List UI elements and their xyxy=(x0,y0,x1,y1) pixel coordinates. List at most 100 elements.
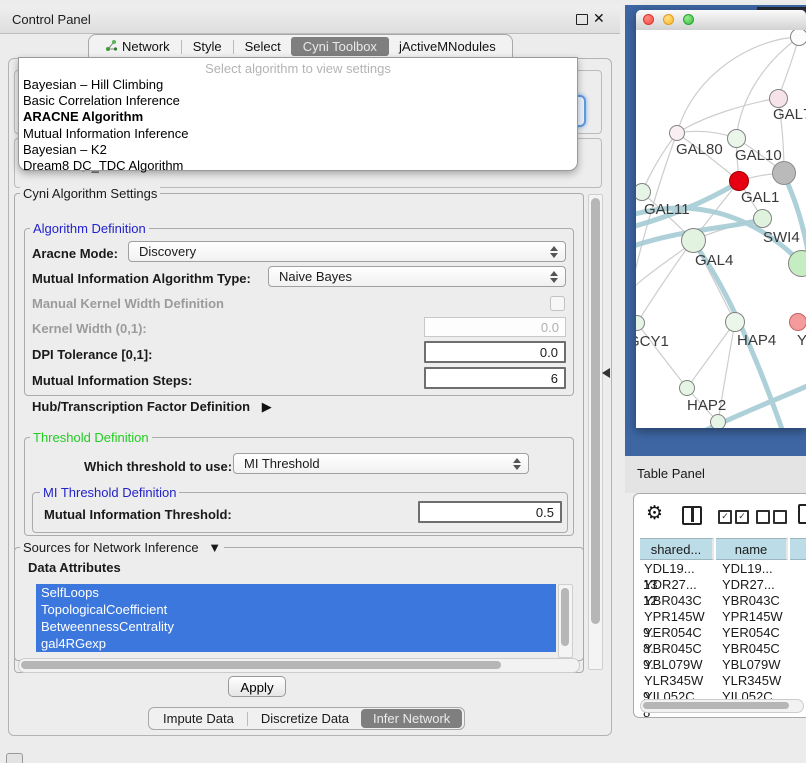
tab-separator xyxy=(233,40,234,54)
dpi-tolerance-field[interactable]: 0.0 xyxy=(424,341,566,363)
apply-button[interactable]: Apply xyxy=(228,676,286,697)
tab-network[interactable]: Network xyxy=(95,37,180,57)
table-panel-strip: Table Panel xyxy=(625,456,806,493)
deselect-all-checkbox-icon[interactable] xyxy=(773,510,787,524)
settings-vertical-scrollbar[interactable] xyxy=(588,194,603,670)
mi-steps-label: Mutual Information Steps: xyxy=(32,373,192,388)
manual-kernel-label: Manual Kernel Width Definition xyxy=(32,296,224,311)
mi-type-label: Mutual Information Algorithm Type: xyxy=(32,271,251,286)
node-label-gal7: GAL7 xyxy=(773,106,806,123)
mi-steps-field[interactable]: 6 xyxy=(424,367,566,389)
attribute-item-selected[interactable]: gal4RGexp xyxy=(36,635,556,652)
which-threshold-label: Which threshold to use: xyxy=(84,459,232,474)
dropdown-placeholder: Select algorithm to view settings xyxy=(19,58,577,77)
table-mode-icon[interactable] xyxy=(798,504,806,524)
settings-horizontal-scrollbar[interactable] xyxy=(18,658,580,673)
network-node-gray[interactable] xyxy=(772,161,796,185)
network-node[interactable] xyxy=(710,414,726,428)
network-node-salmon[interactable] xyxy=(789,313,806,331)
node-label-gal1: GAL1 xyxy=(741,189,779,206)
node-label-swi4: SWI4 xyxy=(763,229,800,246)
minimize-window-icon[interactable] xyxy=(663,14,674,25)
mi-type-combo[interactable]: Naive Bayes xyxy=(268,266,566,287)
column-layout-icon[interactable] xyxy=(682,506,702,525)
tab-separator xyxy=(247,712,248,726)
spinner-icon xyxy=(550,271,558,283)
tab-discretize-data[interactable]: Discretize Data xyxy=(249,709,361,728)
dpi-tolerance-label: DPI Tolerance [0,1]: xyxy=(32,347,152,362)
table-horizontal-scrollbar[interactable] xyxy=(640,699,804,713)
tab-impute-data[interactable]: Impute Data xyxy=(151,709,246,728)
network-node-swi4[interactable] xyxy=(753,209,772,228)
deselect-all-checkbox-icon[interactable] xyxy=(756,510,770,524)
network-node-hap4[interactable] xyxy=(725,312,745,332)
close-panel-icon[interactable]: ✕ xyxy=(593,10,605,27)
sources-group-title[interactable]: Sources for Network Inference ▼ xyxy=(20,540,224,555)
tab-style[interactable]: Style xyxy=(183,37,232,56)
aracne-mode-value: Discovery xyxy=(139,244,196,259)
mi-threshold-field[interactable]: 0.5 xyxy=(418,501,562,523)
column-header-partial[interactable] xyxy=(790,538,806,560)
table-row[interactable]: YPR145WYPR145W9. xyxy=(640,609,806,625)
network-window-titlebar[interactable] xyxy=(636,10,806,31)
tab-select[interactable]: Select xyxy=(235,37,291,56)
hub-definition-expander[interactable]: Hub/Transcription Factor Definition ▶ xyxy=(32,399,272,415)
close-window-icon[interactable] xyxy=(643,14,654,25)
node-label-gal4: GAL4 xyxy=(695,252,733,269)
table-rows: YDL19...YDL19...13 YDR27...YDR27...12 YB… xyxy=(640,561,806,705)
attribute-item-selected[interactable]: SelfLoops xyxy=(36,584,556,601)
gear-icon[interactable]: ⚙ xyxy=(646,502,663,525)
dropdown-item[interactable]: Bayesian – Hill Climbing xyxy=(19,77,577,93)
table-row[interactable]: YBR043CYBR043C xyxy=(640,593,806,609)
attribute-item-selected[interactable]: BetweennessCentrality xyxy=(36,618,556,635)
tab-infer-network[interactable]: Infer Network xyxy=(361,709,462,728)
network-node-gal4[interactable] xyxy=(681,228,706,253)
select-all-checkbox-icon[interactable]: ✓ xyxy=(735,510,749,524)
network-canvas[interactable]: GAL7 GAL80 GAL10 GAL1 GAL11 SWI4 GAL4 GC… xyxy=(636,30,806,428)
data-attributes-label: Data Attributes xyxy=(28,560,121,575)
table-row[interactable]: YBL079WYBL079W xyxy=(640,657,806,673)
hub-definition-label: Hub/Transcription Factor Definition xyxy=(32,399,250,414)
aracne-mode-combo[interactable]: Discovery xyxy=(128,241,566,262)
which-threshold-combo[interactable]: MI Threshold xyxy=(233,453,529,474)
table-row[interactable]: YLR345WYLR345W9. xyxy=(640,673,806,689)
network-node-gal10[interactable] xyxy=(727,129,746,148)
dropdown-item[interactable]: Dream8 DC_TDC Algorithm xyxy=(19,158,577,174)
column-header-shared[interactable]: shared... xyxy=(640,538,714,560)
tab-jactivemnodules[interactable]: jActiveMNodules xyxy=(389,37,506,56)
algorithm-definition-title: Algorithm Definition xyxy=(30,221,149,236)
table-row[interactable]: YDL19...YDL19...13 xyxy=(640,561,806,577)
node-label-y: Y xyxy=(797,332,806,349)
spinner-icon xyxy=(513,458,521,470)
attribute-item-selected[interactable]: TopologicalCoefficient xyxy=(36,601,556,618)
cyni-settings-group-title: Cyni Algorithm Settings xyxy=(20,186,160,201)
maximize-window-icon[interactable] xyxy=(683,14,694,25)
manual-kernel-checkbox[interactable] xyxy=(550,296,565,311)
tab-network-label: Network xyxy=(122,39,170,54)
attributes-list-scrollbar[interactable] xyxy=(558,584,573,658)
column-header-name[interactable]: name xyxy=(716,538,788,560)
aracne-mode-label: Aracne Mode: xyxy=(32,246,118,261)
data-attributes-list: SelfLoops TopologicalCoefficient Between… xyxy=(36,584,556,656)
table-row[interactable]: YBR045CYBR045C9. xyxy=(640,641,806,657)
network-node[interactable] xyxy=(790,30,806,46)
network-node-hap2[interactable] xyxy=(679,380,695,396)
dropdown-item[interactable]: Basic Correlation Inference xyxy=(19,93,577,109)
node-label-gal80: GAL80 xyxy=(676,141,723,158)
network-node-gal7[interactable] xyxy=(769,89,788,108)
dropdown-item[interactable]: Bayesian – K2 xyxy=(19,142,577,158)
float-panel-icon[interactable] xyxy=(576,14,588,25)
dropdown-item[interactable]: Mutual Information Inference xyxy=(19,126,577,142)
screenshot-root: { "control_panel": { "title": "Control P… xyxy=(0,0,806,762)
tab-cyni-toolbox[interactable]: Cyni Toolbox xyxy=(291,37,389,56)
table-row[interactable]: YDR27...YDR27...12 xyxy=(640,577,806,593)
network-node-gal1[interactable] xyxy=(729,171,749,191)
kernel-width-field[interactable]: 0.0 xyxy=(424,317,566,337)
network-node-gal80[interactable] xyxy=(669,125,685,141)
select-all-checkbox-icon[interactable]: ✓ xyxy=(718,510,732,524)
bottom-tab-bar: Impute Data Discretize Data Infer Networ… xyxy=(148,707,465,730)
node-label-hap4: HAP4 xyxy=(737,332,776,349)
table-row[interactable]: YER054CYER054C8. xyxy=(640,625,806,641)
dropdown-item-selected[interactable]: ARACNE Algorithm xyxy=(19,109,577,125)
tab-separator xyxy=(181,40,182,54)
